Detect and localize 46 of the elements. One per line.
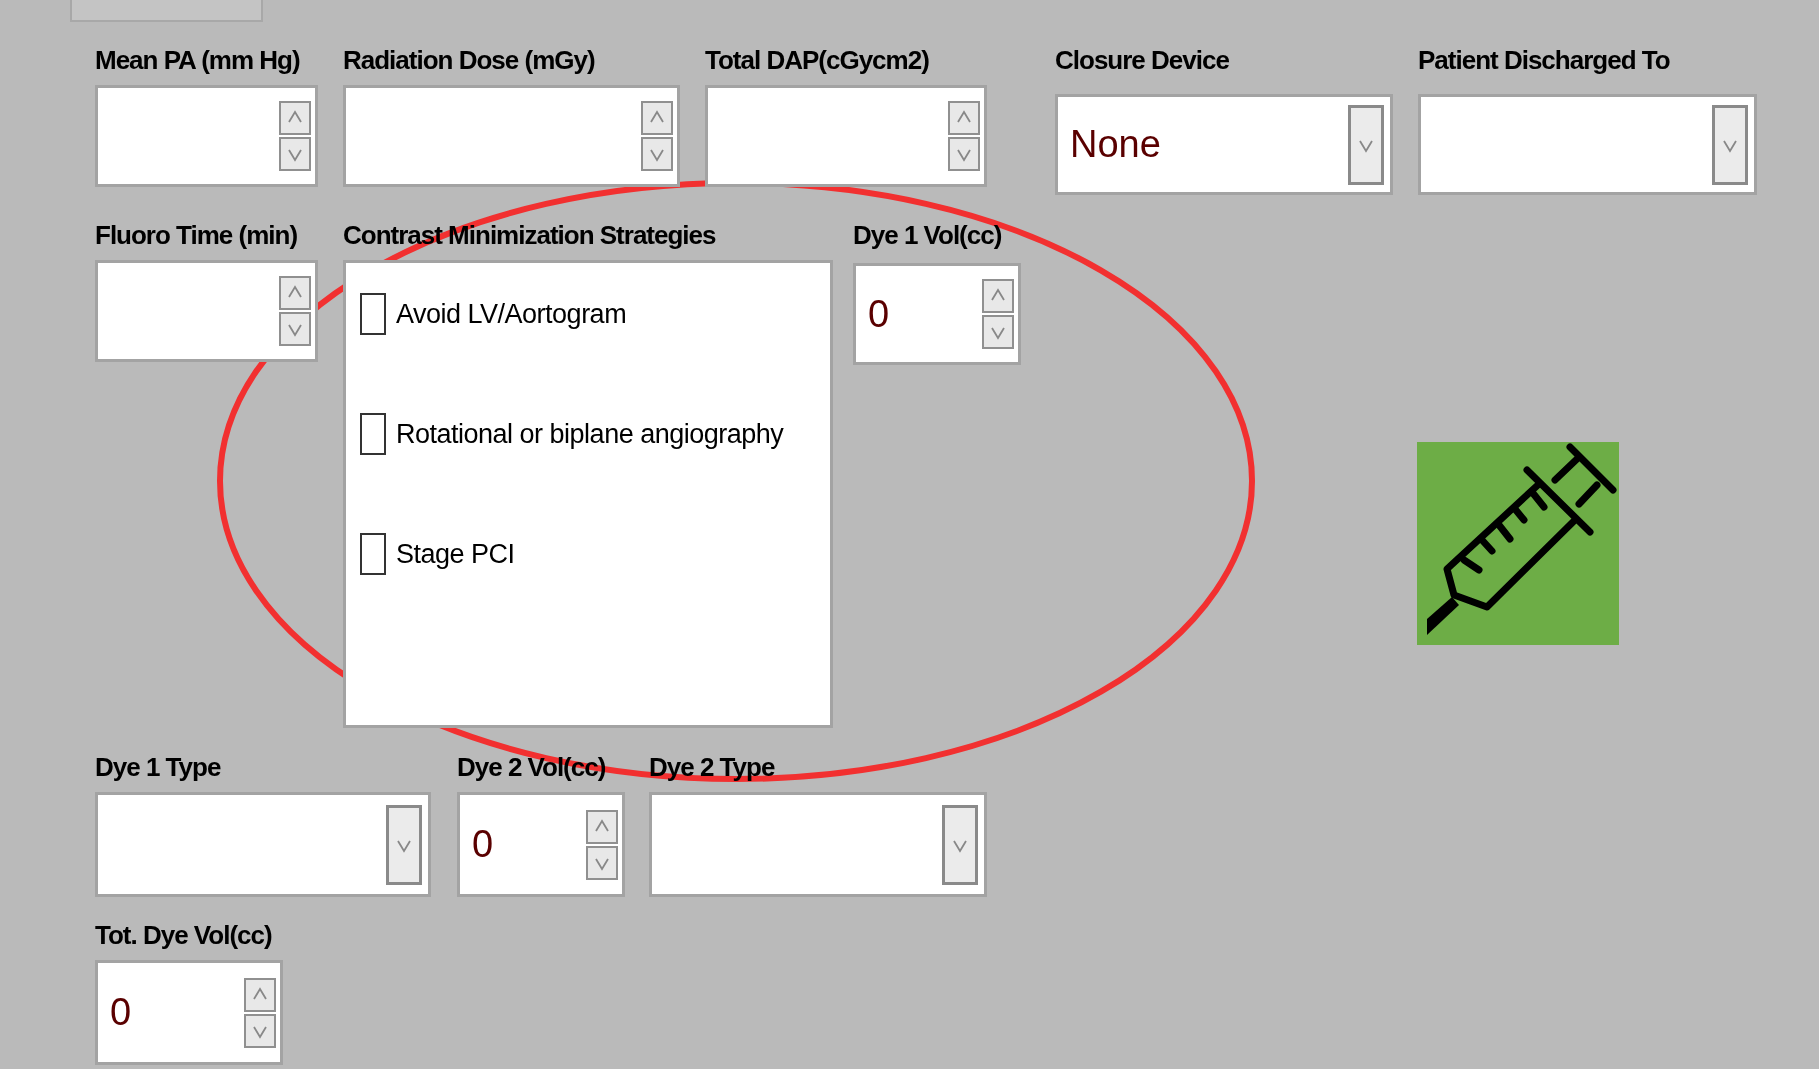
decrement-button[interactable] — [982, 315, 1014, 349]
dropdown[interactable] — [1418, 94, 1757, 195]
increment-button[interactable] — [982, 279, 1014, 313]
decrement-button[interactable] — [244, 1013, 276, 1048]
field-label: Closure Device — [1055, 44, 1229, 77]
field-label: Radiation Dose (mGy) — [343, 44, 595, 77]
checkbox-option[interactable]: Stage PCI — [360, 533, 515, 575]
decrement-button[interactable] — [279, 312, 311, 346]
dropdown[interactable]: None — [1055, 94, 1393, 195]
dropdown[interactable] — [95, 792, 431, 897]
increment-button[interactable] — [244, 977, 276, 1012]
decrement-button[interactable] — [948, 137, 980, 171]
checkbox[interactable] — [360, 293, 386, 335]
field-label: Mean PA (mm Hg) — [95, 44, 300, 77]
syringe-icon[interactable] — [1417, 442, 1619, 645]
increment-button[interactable] — [586, 809, 618, 844]
dropdown-button[interactable] — [1348, 104, 1384, 185]
dropdown-button[interactable] — [942, 804, 978, 885]
checkbox[interactable] — [360, 533, 386, 575]
checkbox-option[interactable]: Rotational or biplane angiography — [360, 413, 784, 455]
dropdown-button[interactable] — [1712, 104, 1748, 185]
number-field[interactable] — [343, 85, 680, 187]
increment-button[interactable] — [279, 101, 311, 135]
field-label: Patient Discharged To — [1418, 44, 1670, 77]
number-field[interactable] — [95, 85, 318, 187]
number-field[interactable] — [705, 85, 987, 187]
dropdown[interactable] — [649, 792, 987, 897]
number-field[interactable]: 0 — [457, 792, 625, 897]
increment-button[interactable] — [279, 276, 311, 310]
field-label: Tot. Dye Vol(cc) — [95, 919, 272, 952]
field-label: Dye 1 Type — [95, 751, 221, 784]
decrement-button[interactable] — [279, 137, 311, 171]
field-label: Dye 1 Vol(cc) — [853, 219, 1002, 252]
number-field[interactable]: 0 — [95, 960, 283, 1065]
number-field[interactable]: 0 — [853, 263, 1021, 365]
increment-button[interactable] — [948, 101, 980, 135]
field-label: Fluoro Time (min) — [95, 219, 298, 252]
number-field[interactable] — [95, 260, 318, 362]
field-label: Total DAP(cGycm2) — [705, 44, 929, 77]
checkbox[interactable] — [360, 413, 386, 455]
decrement-button[interactable] — [586, 845, 618, 880]
dropdown-button[interactable] — [386, 804, 422, 885]
field-label: Contrast Minimization Strategies — [343, 219, 716, 252]
checkbox-option[interactable]: Avoid LV/Aortogram — [360, 293, 627, 335]
decrement-button[interactable] — [641, 137, 673, 171]
increment-button[interactable] — [641, 101, 673, 135]
